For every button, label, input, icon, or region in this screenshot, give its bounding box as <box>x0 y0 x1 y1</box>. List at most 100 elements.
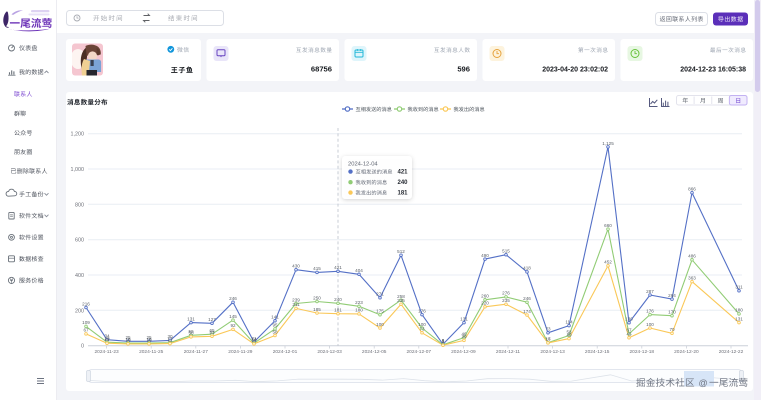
svg-text:30: 30 <box>461 334 467 339</box>
svg-text:2024-12-18: 2024-12-18 <box>630 349 655 355</box>
svg-text:2024-12-04: 2024-12-04 <box>348 162 378 168</box>
svg-text:311: 311 <box>735 285 743 290</box>
svg-text:250: 250 <box>313 295 321 300</box>
svg-text:287: 287 <box>646 289 654 294</box>
svg-text:131: 131 <box>187 316 195 321</box>
svg-text:235: 235 <box>397 298 405 303</box>
svg-text:2024-12-22: 2024-12-22 <box>719 349 744 355</box>
svg-text:2023-04-20 23:02:02: 2023-04-20 23:02:02 <box>542 67 608 74</box>
svg-text:211: 211 <box>292 302 300 307</box>
svg-text:2024-12-07: 2024-12-07 <box>407 349 432 355</box>
svg-text:515: 515 <box>502 249 510 254</box>
svg-text:264: 264 <box>668 293 676 298</box>
svg-text:2024-12-05: 2024-12-05 <box>362 349 387 355</box>
svg-text:16: 16 <box>545 337 551 342</box>
svg-text:145: 145 <box>229 314 237 319</box>
svg-text:2024-11-25: 2024-11-25 <box>139 349 164 355</box>
svg-text:53: 53 <box>209 330 215 335</box>
svg-text:2024-12-11: 2024-12-11 <box>496 349 521 355</box>
svg-text:73: 73 <box>545 327 551 332</box>
svg-text:216: 216 <box>82 301 90 306</box>
svg-text:73: 73 <box>419 327 425 332</box>
svg-text:223: 223 <box>355 300 363 305</box>
svg-text:800: 800 <box>75 202 84 208</box>
svg-text:10: 10 <box>125 338 131 343</box>
svg-text:200: 200 <box>75 308 84 314</box>
svg-text:363: 363 <box>688 275 696 280</box>
svg-text:68756: 68756 <box>311 65 332 74</box>
svg-text:415: 415 <box>313 266 321 271</box>
svg-text:421: 421 <box>334 265 342 270</box>
svg-text:452: 452 <box>604 260 612 265</box>
svg-text:421: 421 <box>397 170 408 176</box>
svg-text:271: 271 <box>376 292 384 297</box>
svg-text:2024-12-15: 2024-12-15 <box>585 349 610 355</box>
svg-text:10: 10 <box>251 338 257 343</box>
svg-text:1,125: 1,125 <box>602 141 614 146</box>
svg-text:260: 260 <box>481 294 489 299</box>
svg-text:1,200: 1,200 <box>71 132 85 138</box>
svg-text:@: @ <box>699 378 708 388</box>
svg-text:400: 400 <box>75 273 84 279</box>
svg-text:430: 430 <box>292 264 300 269</box>
svg-text:100: 100 <box>376 322 384 327</box>
svg-text:418: 418 <box>523 266 531 271</box>
svg-text:1,000: 1,000 <box>71 167 85 173</box>
svg-text:2024-12-20: 2024-12-20 <box>674 349 699 355</box>
svg-text:180: 180 <box>355 308 363 313</box>
svg-text:2024-12-09: 2024-12-09 <box>451 349 476 355</box>
svg-text:2024-11-27: 2024-11-27 <box>184 349 209 355</box>
svg-text:220: 220 <box>481 301 489 306</box>
svg-text:276: 276 <box>502 291 510 296</box>
svg-text:14: 14 <box>104 337 110 342</box>
svg-text:176: 176 <box>646 308 654 313</box>
svg-text:2024-12-23 16:05:38: 2024-12-23 16:05:38 <box>680 67 746 74</box>
svg-text:100: 100 <box>646 322 654 327</box>
svg-text:131: 131 <box>735 316 743 321</box>
svg-text:180: 180 <box>735 308 743 313</box>
svg-text:240: 240 <box>334 297 342 302</box>
svg-text:600: 600 <box>75 238 84 244</box>
svg-text:512: 512 <box>397 249 405 254</box>
svg-text:12: 12 <box>167 337 173 342</box>
svg-text:109: 109 <box>82 320 90 325</box>
svg-text:246: 246 <box>229 296 237 301</box>
svg-text:866: 866 <box>688 187 696 192</box>
svg-text:40: 40 <box>566 332 572 337</box>
svg-text:70: 70 <box>669 327 675 332</box>
svg-text:114: 114 <box>565 319 573 324</box>
svg-text:2024-12-03: 2024-12-03 <box>317 349 342 355</box>
svg-text:45: 45 <box>626 332 632 337</box>
svg-text:2024-11-23: 2024-11-23 <box>95 349 120 355</box>
svg-text:240: 240 <box>397 180 408 186</box>
svg-text:235: 235 <box>502 298 510 303</box>
svg-text:181: 181 <box>334 308 342 313</box>
svg-text:92: 92 <box>230 323 236 328</box>
svg-text:2024-11-29: 2024-11-29 <box>228 349 253 355</box>
svg-text:2024-12-01: 2024-12-01 <box>273 349 298 355</box>
svg-text:130: 130 <box>625 317 633 322</box>
svg-text:10: 10 <box>146 338 152 343</box>
svg-text:185: 185 <box>313 307 321 312</box>
svg-text:67: 67 <box>83 328 89 333</box>
svg-text:3: 3 <box>442 339 445 344</box>
svg-text:246: 246 <box>523 296 531 301</box>
svg-text:181: 181 <box>397 191 408 197</box>
svg-text:50: 50 <box>188 331 194 336</box>
svg-text:174: 174 <box>523 309 531 314</box>
svg-text:175: 175 <box>376 309 384 314</box>
svg-text:404: 404 <box>355 268 363 273</box>
svg-text:2024-12-13: 2024-12-13 <box>540 349 565 355</box>
svg-text:58: 58 <box>272 329 278 334</box>
svg-text:0: 0 <box>81 344 84 350</box>
svg-text:95: 95 <box>272 323 278 328</box>
svg-text:131: 131 <box>460 316 468 321</box>
svg-text:596: 596 <box>457 65 470 74</box>
svg-text:170: 170 <box>668 310 676 315</box>
svg-text:660: 660 <box>604 223 612 228</box>
svg-text:176: 176 <box>418 308 426 313</box>
svg-text:127: 127 <box>208 317 216 322</box>
svg-text:486: 486 <box>688 254 696 259</box>
svg-text:141: 141 <box>271 315 279 320</box>
svg-text:490: 490 <box>481 253 489 258</box>
